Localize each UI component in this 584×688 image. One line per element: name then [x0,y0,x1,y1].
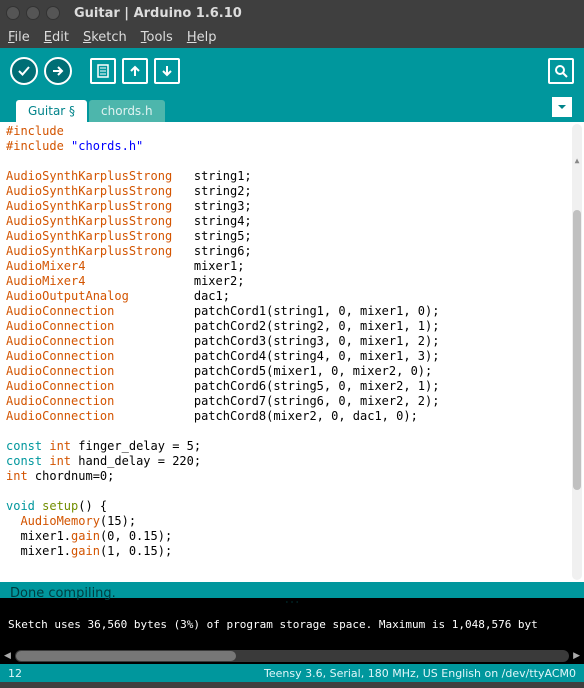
code-line: const int finger_delay = 5; [6,439,578,454]
code-line: AudioMemory(15); [6,514,578,529]
menu-sketch[interactable]: Sketch [83,30,127,45]
save-sketch-button[interactable] [154,58,180,84]
code-line: #include [6,124,578,139]
console-hscroll[interactable]: ◀ ▶ [0,648,584,664]
toolbar [0,48,584,94]
code-line: mixer1.gain(0, 0.15); [6,529,578,544]
code-line: AudioSynthKarplusStrong string1; [6,169,578,184]
line-number: 12 [8,667,22,680]
upload-button[interactable] [44,57,72,85]
arrow-up-icon [128,64,142,78]
code-line: AudioMixer4 mixer2; [6,274,578,289]
window-titlebar: Guitar | Arduino 1.6.10 [0,0,584,26]
window-close-button[interactable] [6,6,20,20]
scroll-up-arrow[interactable]: ▲ [572,154,582,166]
tab-guitar[interactable]: Guitar § [16,100,87,122]
code-editor[interactable]: #include #include "chords.h" AudioSynthK… [0,122,584,582]
new-sketch-button[interactable] [90,58,116,84]
open-sketch-button[interactable] [122,58,148,84]
scroll-left-arrow[interactable]: ◀ [4,651,11,661]
code-line: AudioSynthKarplusStrong string5; [6,229,578,244]
menu-bar: File Edit Sketch Tools Help [0,26,584,48]
code-line: AudioSynthKarplusStrong string4; [6,214,578,229]
menu-edit[interactable]: Edit [44,30,69,45]
code-line: AudioSynthKarplusStrong string2; [6,184,578,199]
code-line: AudioConnection patchCord6(string5, 0, m… [6,379,578,394]
code-line [6,424,578,439]
code-line: mixer1.gain(1, 0.15); [6,544,578,559]
code-line: AudioSynthKarplusStrong string3; [6,199,578,214]
code-line: AudioOutputAnalog dac1; [6,289,578,304]
editor-scrollbar[interactable]: ▲ [572,124,582,580]
verify-button[interactable] [10,57,38,85]
code-line: AudioConnection patchCord7(string6, 0, m… [6,394,578,409]
window-minimize-button[interactable] [26,6,40,20]
code-line: int chordnum=0; [6,469,578,484]
chevron-down-icon [557,102,567,112]
footer-bar: 12 Teensy 3.6, Serial, 180 MHz, US Engli… [0,664,584,682]
tab-menu-button[interactable] [552,97,572,117]
serial-monitor-button[interactable] [548,58,574,84]
arrow-right-icon [51,64,65,78]
window-maximize-button[interactable] [46,6,60,20]
magnifier-icon [554,64,568,78]
code-line: AudioConnection patchCord5(mixer1, 0, mi… [6,364,578,379]
menu-tools[interactable]: Tools [141,30,173,45]
window-title: Guitar | Arduino 1.6.10 [74,6,242,21]
code-line: void setup() { [6,499,578,514]
code-line: AudioConnection patchCord2(string2, 0, m… [6,319,578,334]
check-icon [17,64,31,78]
code-line: AudioSynthKarplusStrong string6; [6,244,578,259]
file-icon [96,64,110,78]
tab-chords[interactable]: chords.h [89,100,165,122]
code-line [6,484,578,499]
menu-help[interactable]: Help [187,30,217,45]
scroll-right-arrow[interactable]: ▶ [573,651,580,661]
code-line: AudioMixer4 mixer1; [6,259,578,274]
board-info: Teensy 3.6, Serial, 180 MHz, US English … [264,667,576,680]
console-line: Global variables use 17,748 bytes (6%) o… [8,647,576,648]
scroll-thumb[interactable] [573,210,581,490]
arrow-down-icon [160,64,174,78]
code-line: AudioConnection patchCord3(string3, 0, m… [6,334,578,349]
console-line: Sketch uses 36,560 bytes (3%) of program… [8,617,576,632]
code-line: const int hand_delay = 220; [6,454,578,469]
status-message: Done compiling. [10,586,116,601]
hscroll-thumb[interactable] [16,651,236,661]
menu-file[interactable]: File [8,30,30,45]
code-line [6,154,578,169]
code-line: AudioConnection patchCord8(mixer2, 0, da… [6,409,578,424]
tab-bar: Guitar § chords.h [0,94,584,122]
code-line: #include "chords.h" [6,139,578,154]
code-line: AudioConnection patchCord1(string1, 0, m… [6,304,578,319]
code-line: AudioConnection patchCord4(string4, 0, m… [6,349,578,364]
